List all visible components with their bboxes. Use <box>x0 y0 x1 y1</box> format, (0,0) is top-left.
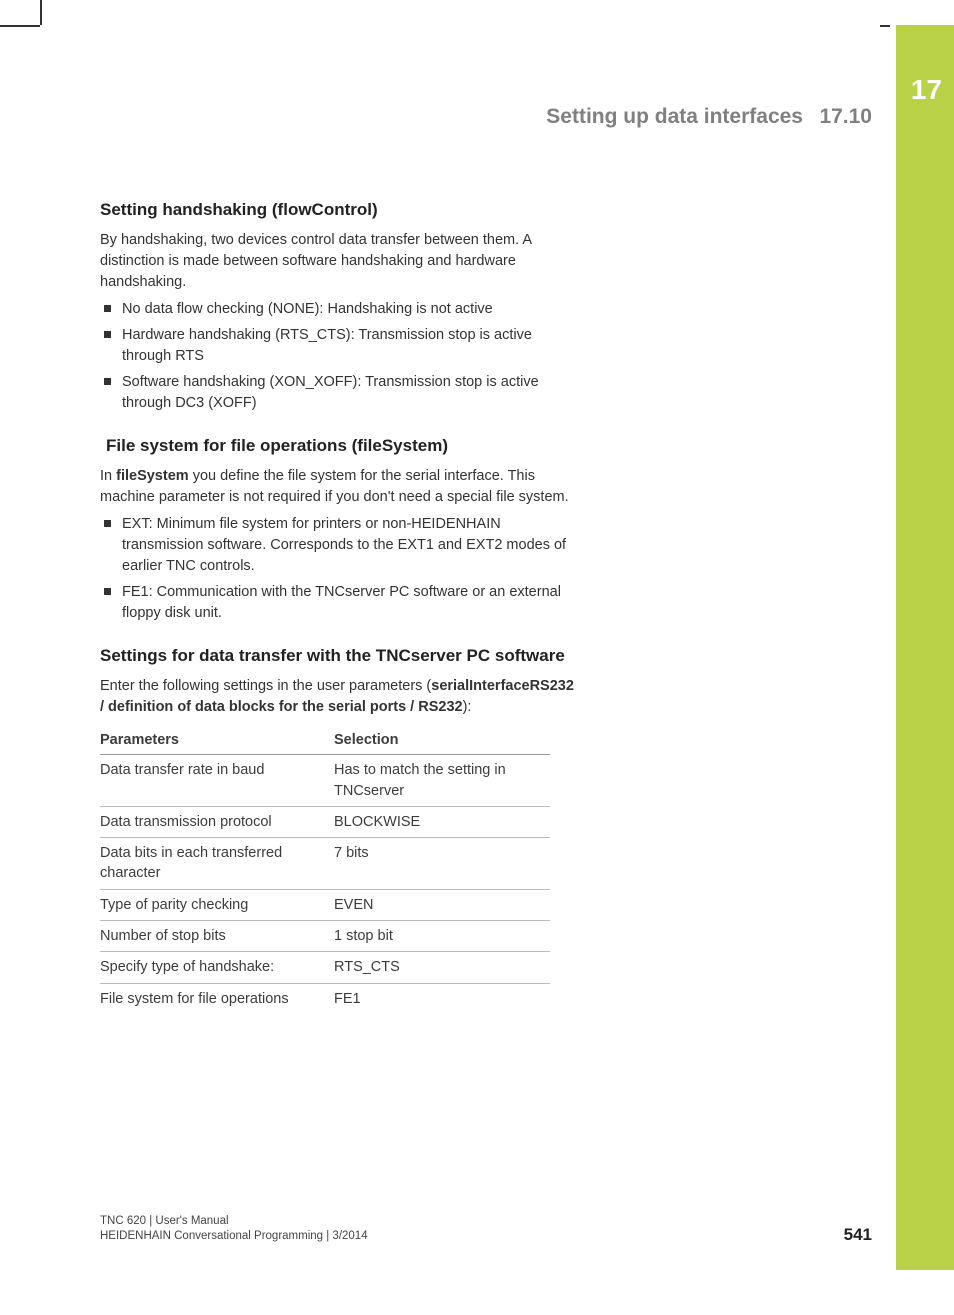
footer-line: HEIDENHAIN Conversational Programming | … <box>100 1229 368 1245</box>
footer: TNC 620 | User's Manual HEIDENHAIN Conve… <box>100 1214 368 1245</box>
heading-flowcontrol: Setting handshaking (flowControl) <box>100 200 580 220</box>
list-item: FE1: Communication with the TNCserver PC… <box>100 582 580 624</box>
table-cell: 7 bits <box>334 838 550 890</box>
page-number: 541 <box>844 1225 872 1245</box>
heading-filesystem: File system for file operations (fileSys… <box>106 436 580 456</box>
table-row: Data transmission protocolBLOCKWISE <box>100 806 550 837</box>
chapter-number: 17 <box>911 74 942 106</box>
heading-tncserver: Settings for data transfer with the TNCs… <box>100 646 580 666</box>
chapter-tab <box>896 25 954 1270</box>
text: Enter the following settings in the user… <box>100 678 431 694</box>
table-cell: Type of parity checking <box>100 889 334 920</box>
crop-mark <box>0 25 40 27</box>
table-row: Type of parity checkingEVEN <box>100 889 550 920</box>
header-title: Setting up data interfaces <box>546 105 803 128</box>
text: ): <box>463 699 472 715</box>
crop-mark <box>40 0 42 25</box>
bold-text: fileSystem <box>116 468 189 484</box>
table-cell: FE1 <box>334 983 550 1014</box>
parameters-table: Parameters Selection Data transfer rate … <box>100 726 550 1014</box>
table-cell: EVEN <box>334 889 550 920</box>
paragraph: By handshaking, two devices control data… <box>100 230 580 293</box>
running-header: Setting up data interfaces 17.10 <box>546 105 872 129</box>
table-row: Specify type of handshake:RTS_CTS <box>100 952 550 983</box>
bullet-list: No data flow checking (NONE): Handshakin… <box>100 299 580 414</box>
table-cell: Data bits in each transferred character <box>100 838 334 890</box>
table-cell: BLOCKWISE <box>334 806 550 837</box>
table-cell: Data transfer rate in baud <box>100 755 334 807</box>
text: In <box>100 468 116 484</box>
list-item: Hardware handshaking (RTS_CTS): Transmis… <box>100 325 580 367</box>
paragraph: Enter the following settings in the user… <box>100 676 580 718</box>
table-cell: RTS_CTS <box>334 952 550 983</box>
paragraph: In fileSystem you define the file system… <box>100 466 580 508</box>
list-item: EXT: Minimum file system for printers or… <box>100 514 580 577</box>
table-cell: Has to match the setting in TNCserver <box>334 755 550 807</box>
table-header: Selection <box>334 726 550 755</box>
table-cell: Specify type of handshake: <box>100 952 334 983</box>
table-row: Number of stop bits1 stop bit <box>100 921 550 952</box>
table-row: Data bits in each transferred character7… <box>100 838 550 890</box>
crop-mark <box>880 25 890 27</box>
bullet-list: EXT: Minimum file system for printers or… <box>100 514 580 624</box>
footer-line: TNC 620 | User's Manual <box>100 1214 368 1230</box>
table-cell: File system for file operations <box>100 983 334 1014</box>
table-header: Parameters <box>100 726 334 755</box>
table-row: Data transfer rate in baudHas to match t… <box>100 755 550 807</box>
header-section: 17.10 <box>819 105 872 128</box>
content-body: Setting handshaking (flowControl) By han… <box>100 200 580 1014</box>
table-cell: Data transmission protocol <box>100 806 334 837</box>
table-cell: Number of stop bits <box>100 921 334 952</box>
list-item: Software handshaking (XON_XOFF): Transmi… <box>100 372 580 414</box>
list-item: No data flow checking (NONE): Handshakin… <box>100 299 580 320</box>
table-row: File system for file operationsFE1 <box>100 983 550 1014</box>
table-cell: 1 stop bit <box>334 921 550 952</box>
